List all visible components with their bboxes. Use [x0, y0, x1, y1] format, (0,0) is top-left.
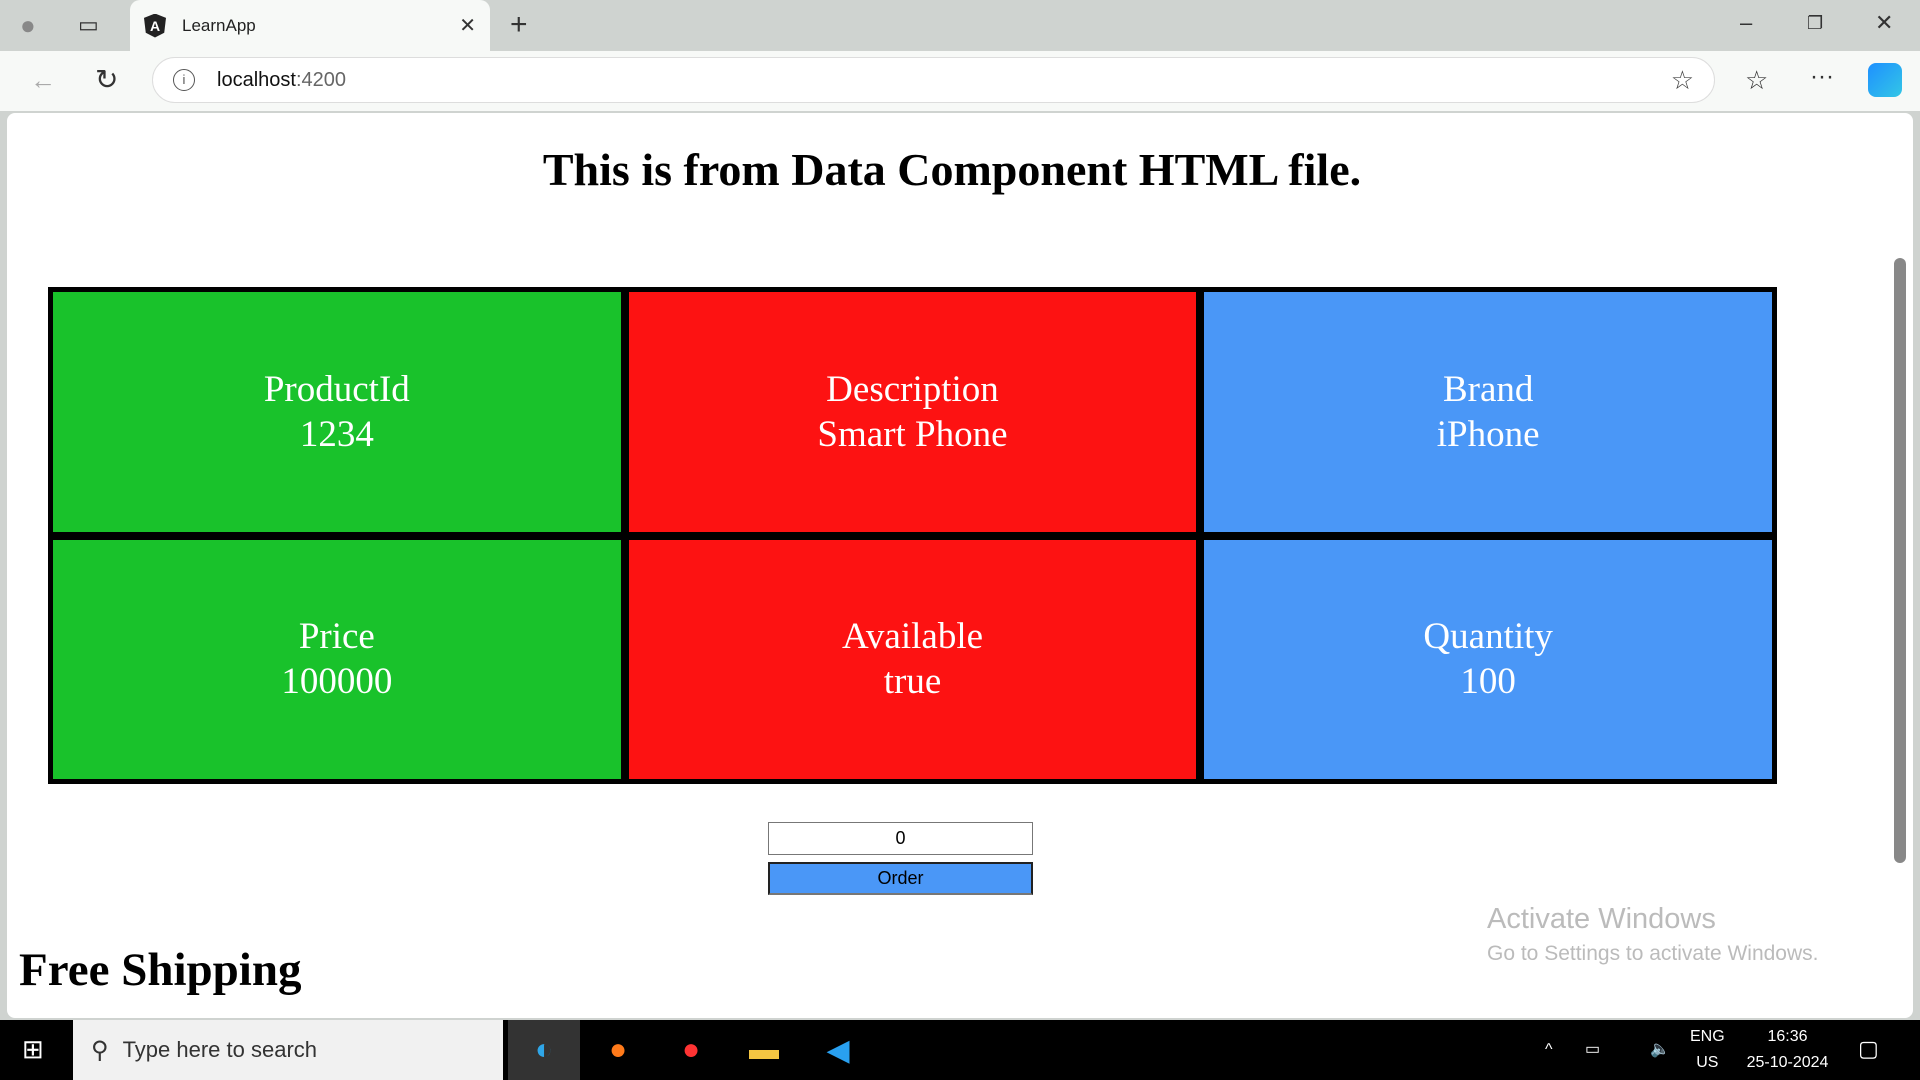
- reload-icon[interactable]: ↻: [95, 66, 118, 94]
- wps-icon[interactable]: ●: [655, 1020, 727, 1080]
- vscode-icon[interactable]: ◀: [802, 1020, 874, 1080]
- profile-icon[interactable]: ●: [20, 12, 36, 38]
- restore-icon[interactable]: ❐: [1807, 14, 1823, 32]
- network-icon[interactable]: ▭: [1585, 1037, 1600, 1063]
- url-text: localhost:4200: [217, 68, 346, 91]
- notifications-icon[interactable]: ▢: [1858, 1036, 1879, 1062]
- cell-quantity: Quantity 100: [1204, 539, 1772, 779]
- new-tab-icon[interactable]: +: [510, 10, 528, 40]
- favorite-star-icon[interactable]: ☆: [1671, 65, 1694, 96]
- free-shipping-heading: Free Shipping: [19, 944, 302, 996]
- tab-title: LearnApp: [182, 15, 256, 35]
- scrollbar[interactable]: [1894, 258, 1906, 863]
- edge-icon[interactable]: ◐: [508, 1020, 580, 1080]
- language-indicator[interactable]: ENG US: [1690, 1024, 1725, 1076]
- tab-learnapp[interactable]: A LearnApp ✕: [130, 0, 490, 51]
- close-window-icon[interactable]: ✕: [1875, 12, 1893, 34]
- windows-start-icon[interactable]: ⊞: [22, 1036, 44, 1062]
- tray-chevron-icon[interactable]: ^: [1545, 1037, 1553, 1063]
- tab-actions-icon[interactable]: ▭: [78, 14, 99, 36]
- activate-windows-watermark: Activate Windows Go to Settings to activ…: [1487, 903, 1819, 965]
- close-tab-icon[interactable]: ✕: [459, 13, 476, 38]
- search-placeholder: Type here to search: [122, 1037, 318, 1062]
- page-heading: This is from Data Component HTML file.: [542, 144, 1362, 195]
- address-row: ← ↻ i localhost:4200 ☆ ☆ ···: [0, 51, 1920, 111]
- quantity-input[interactable]: [768, 822, 1033, 855]
- info-icon[interactable]: i: [173, 69, 195, 91]
- taskbar-search[interactable]: ⚲ Type here to search: [73, 1020, 503, 1080]
- cell-brand: Brand iPhone: [1204, 292, 1772, 532]
- back-icon[interactable]: ←: [30, 67, 56, 93]
- page-content: This is from Data Component HTML file. P…: [7, 113, 1913, 1018]
- cell-product-id: ProductId 1234: [53, 292, 621, 532]
- file-explorer-icon[interactable]: ▬: [728, 1020, 800, 1080]
- cell-description: Description Smart Phone: [628, 292, 1197, 532]
- favorites-icon[interactable]: ☆: [1745, 67, 1768, 93]
- angular-icon: A: [144, 13, 166, 38]
- cell-price: Price 100000: [53, 539, 621, 779]
- firefox-icon[interactable]: ●: [582, 1020, 654, 1080]
- minimize-icon[interactable]: –: [1740, 12, 1752, 34]
- cell-available: Available true: [628, 539, 1197, 779]
- clock[interactable]: 16:36 25-10-2024: [1740, 1024, 1835, 1076]
- search-icon: ⚲: [91, 1036, 109, 1064]
- product-grid: ProductId 1234 Description Smart Phone Bra…: [48, 287, 1777, 784]
- taskbar: ⊞ ⚲ Type here to search ◐ ● ● ▬ ◀ ^ ▭ 🔈 …: [0, 1020, 1920, 1080]
- order-button[interactable]: Order: [768, 862, 1033, 895]
- volume-icon[interactable]: 🔈: [1650, 1037, 1670, 1063]
- copilot-icon[interactable]: [1868, 63, 1902, 97]
- more-icon[interactable]: ···: [1810, 65, 1834, 89]
- tab-bar: ● ▭ A LearnApp ✕ + – ❐ ✕: [0, 0, 1920, 51]
- address-bar[interactable]: i localhost:4200 ☆: [152, 57, 1715, 103]
